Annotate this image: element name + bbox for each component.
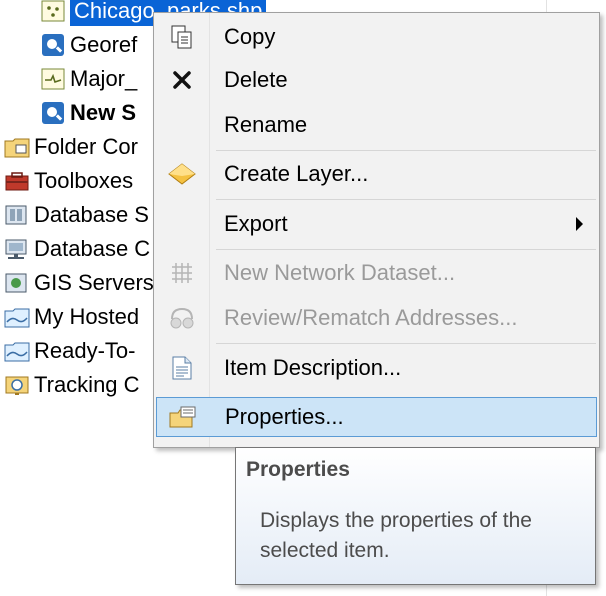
tree-item-folder-connections[interactable]: Folder Cor — [4, 130, 138, 164]
menu-item-export[interactable]: Export — [156, 204, 597, 244]
menu-item-label: Create Layer... — [224, 161, 369, 186]
menu-item-label: Rename — [224, 112, 308, 137]
menu-item-review-rematch[interactable]: Review/Rematch Addresses... — [156, 298, 597, 338]
menu-item-properties[interactable]: Properties... — [156, 397, 597, 437]
menu-item-label: Delete — [224, 67, 288, 92]
database-connections-icon — [4, 237, 30, 261]
menu-item-label: Review/Rematch Addresses... — [224, 305, 518, 330]
tree-item-major[interactable]: Major_ — [40, 62, 137, 96]
delete-icon — [156, 60, 208, 100]
menu-item-rename[interactable]: Rename — [156, 105, 597, 145]
menu-item-delete[interactable]: Delete — [156, 60, 597, 100]
network-dataset-icon — [156, 253, 208, 293]
folder-icon — [4, 305, 30, 329]
tree-item-gis-servers[interactable]: GIS Servers — [4, 266, 154, 300]
menu-item-create-layer[interactable]: Create Layer... — [156, 154, 597, 194]
menu-separator — [216, 249, 596, 250]
folder-connections-icon — [4, 135, 30, 159]
globe-layer-icon — [40, 33, 66, 57]
tree-item-label: Folder Cor — [34, 134, 138, 159]
rematch-addresses-icon — [156, 298, 208, 338]
tree-item-database-servers[interactable]: Database S — [4, 198, 149, 232]
tree-item-new[interactable]: New S — [40, 96, 136, 130]
database-servers-icon — [4, 203, 30, 227]
tree-item-label: GIS Servers — [34, 270, 154, 295]
tooltip-description: Displays the properties of the selected … — [260, 509, 532, 562]
point-shapefile-icon — [40, 0, 66, 23]
copy-icon — [156, 17, 208, 57]
tree-item-tracking[interactable]: Tracking C — [4, 368, 140, 402]
globe-layer-icon — [40, 101, 66, 125]
line-shapefile-icon — [40, 67, 66, 91]
tree-item-label: Database C — [34, 236, 151, 261]
menu-item-label: Properties... — [225, 404, 344, 429]
tree-item-database-connections[interactable]: Database C — [4, 232, 150, 266]
tree-item-label: Toolboxes — [34, 168, 134, 193]
tree-item-my-hosted[interactable]: My Hosted — [4, 300, 139, 334]
menu-item-item-description[interactable]: Item Description... — [156, 348, 597, 388]
tree-item-label: Ready-To- — [34, 338, 136, 363]
tooltip-title: Properties — [246, 458, 350, 481]
menu-item-new-network-dataset[interactable]: New Network Dataset... — [156, 253, 597, 293]
tree-item-label: Database S — [34, 202, 149, 227]
menu-separator — [216, 343, 596, 344]
menu-separator — [216, 199, 596, 200]
tracking-icon — [4, 373, 30, 397]
context-menu: Copy Delete Rename Create Layer... Expor… — [153, 12, 600, 448]
menu-separator — [216, 150, 596, 151]
toolbox-icon — [4, 169, 30, 193]
tree-item-label: Tracking C — [34, 372, 140, 397]
tree-item-label: Georef — [70, 32, 138, 57]
layer-diamond-icon — [156, 154, 208, 194]
properties-icon — [157, 397, 209, 437]
menu-item-label: Copy — [224, 24, 276, 49]
menu-item-label: Export — [224, 211, 288, 236]
properties-tooltip: Properties Displays the properties of th… — [235, 447, 596, 585]
menu-item-label: Item Description... — [224, 355, 402, 380]
gis-servers-icon — [4, 271, 30, 295]
tree-item-label: New S — [70, 100, 137, 125]
document-icon — [156, 348, 208, 388]
menu-item-copy[interactable]: Copy — [156, 17, 597, 57]
menu-item-label: New Network Dataset... — [224, 260, 456, 285]
tree-item-toolboxes[interactable]: Toolboxes — [4, 164, 133, 198]
tree-item-ready-to-use[interactable]: Ready-To- — [4, 334, 135, 368]
tree-item-label: My Hosted — [34, 304, 140, 329]
submenu-arrow-icon — [576, 217, 583, 231]
tree-item-georef[interactable]: Georef — [40, 28, 137, 62]
tree-item-label: Major_ — [70, 66, 138, 91]
folder-icon — [4, 339, 30, 363]
